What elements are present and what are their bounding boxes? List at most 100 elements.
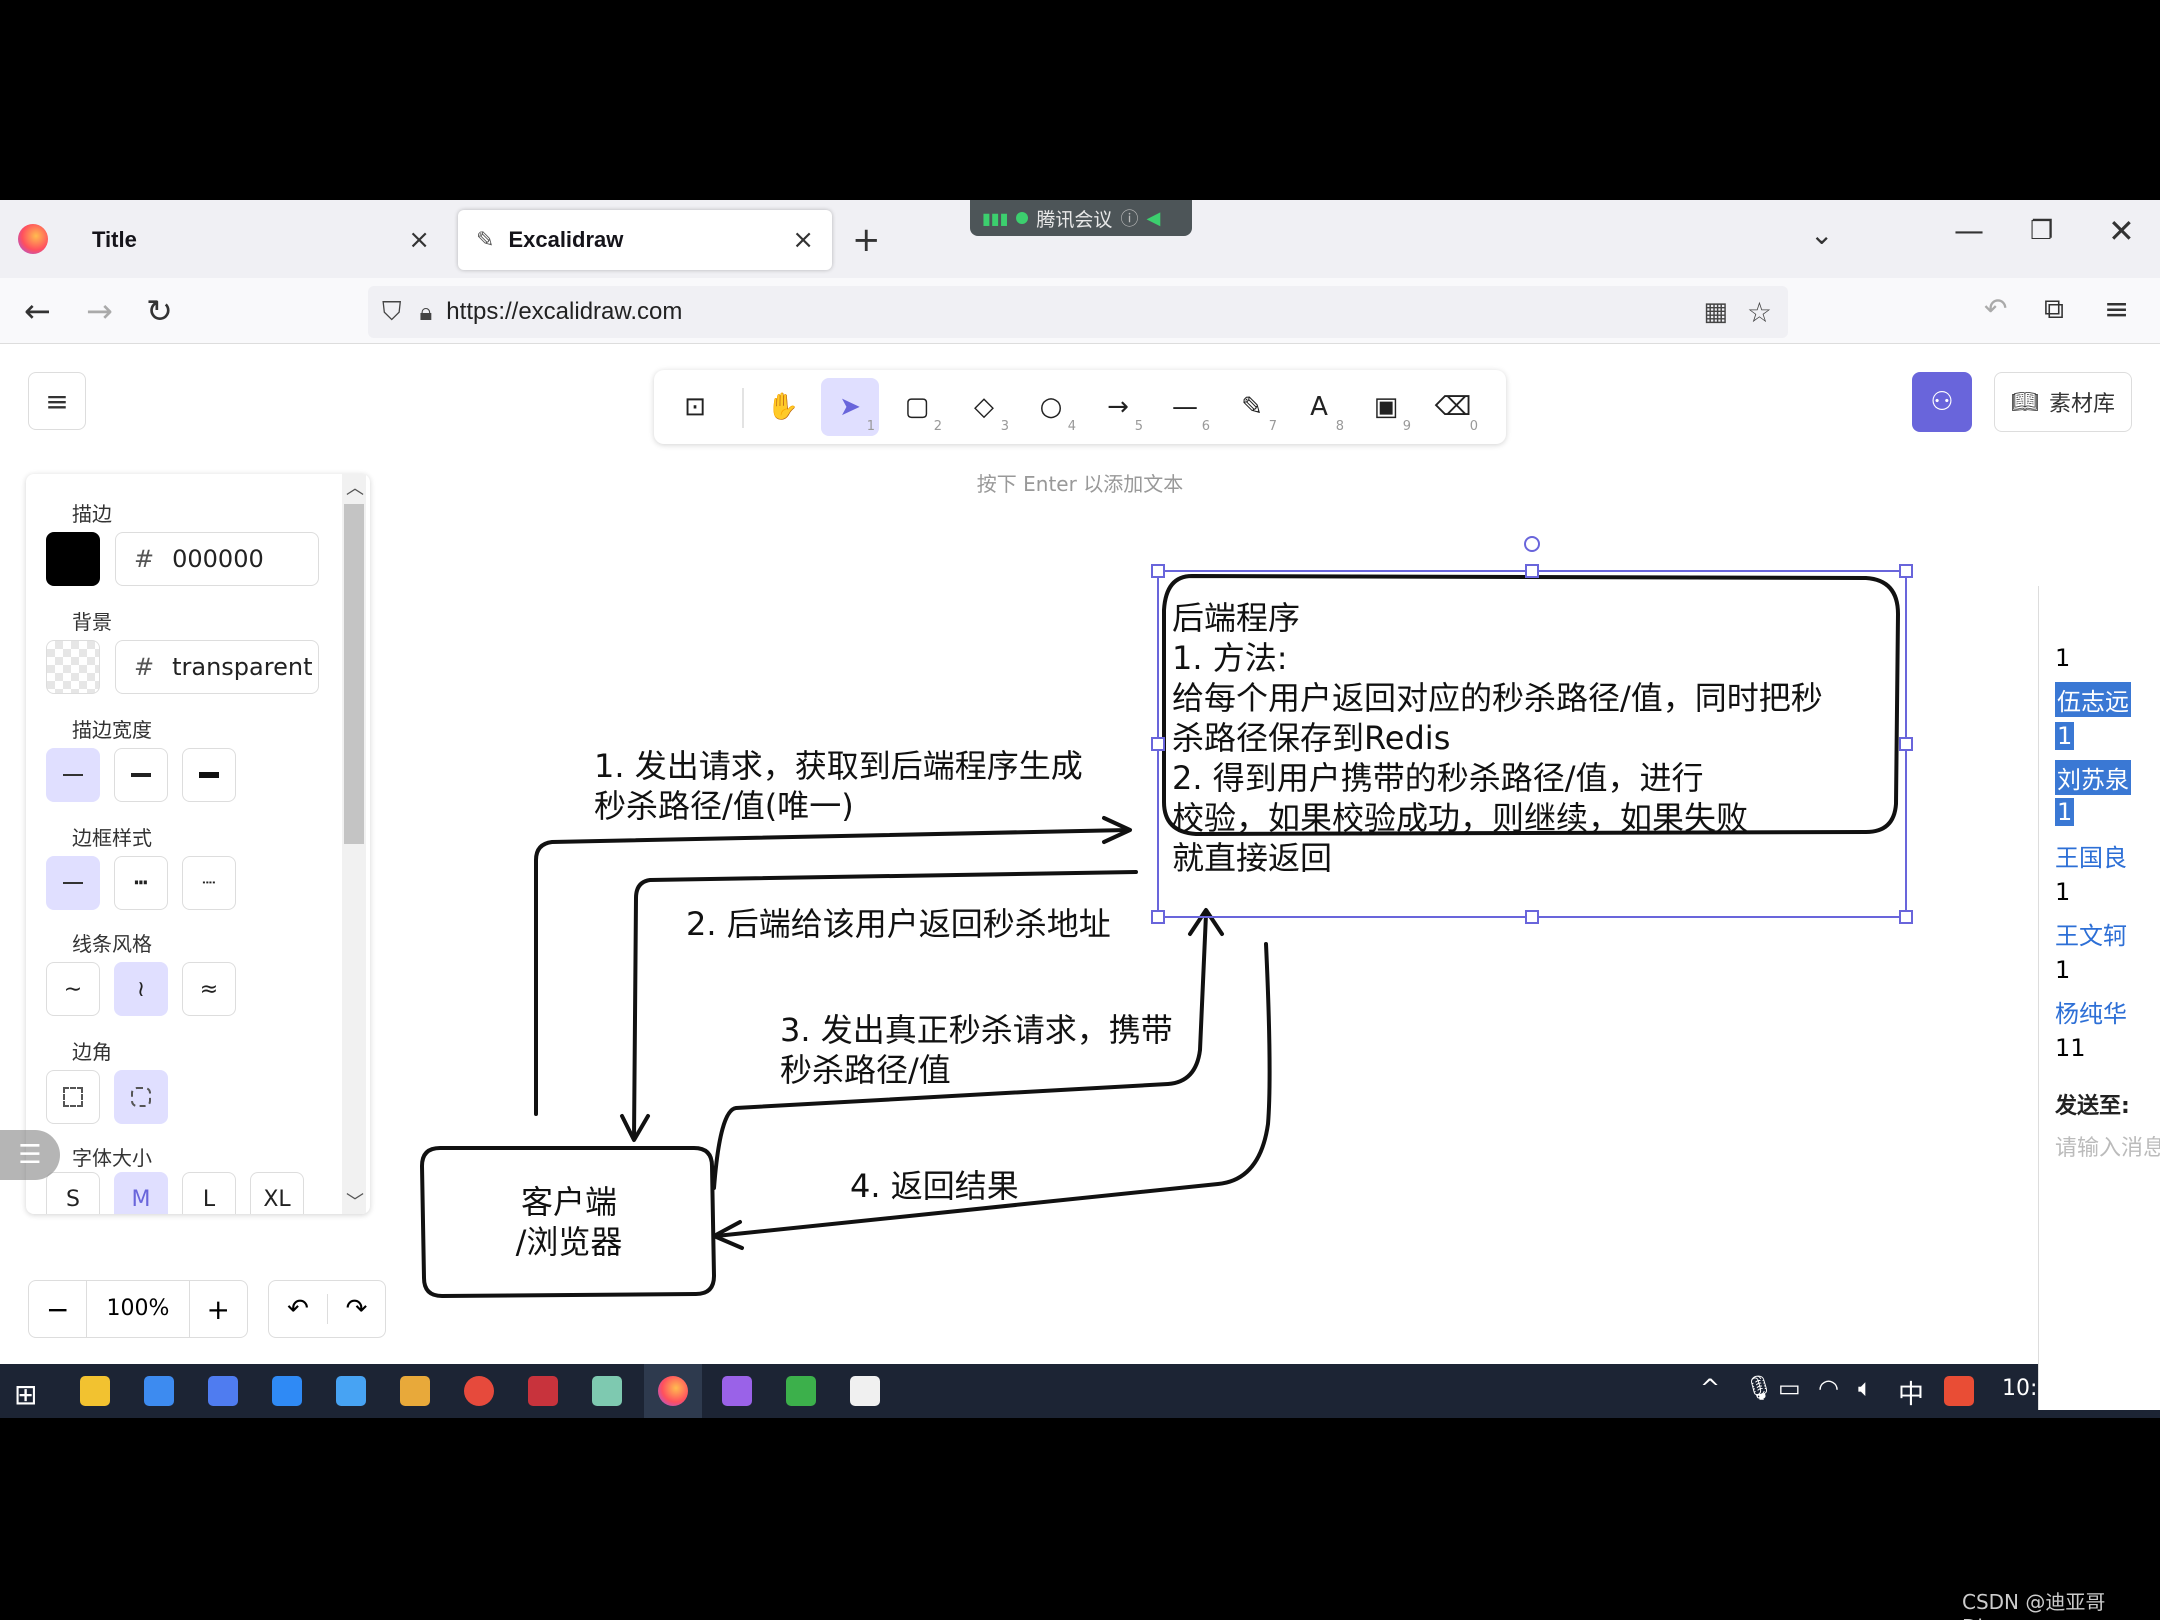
speaker-icon[interactable]: ◀ [1146,208,1160,229]
chat-message: 11 [2055,1034,2086,1062]
tray-chevron-up-icon[interactable]: ^ [1700,1374,1720,1402]
tab-bar: Title × ✎ Excalidraw × + ▮▮▮ 腾讯会议 ⓘ ◀ ⌄ … [0,200,2160,278]
shield-icon[interactable]: ⛉ [382,297,402,328]
backend-line: 给每个用户返回对应的秒杀路径/值，同时把秒 [1172,679,1823,717]
backend-line: 2. 得到用户携带的秒杀路径/值，进行 [1172,759,1704,797]
client-box-text[interactable]: 客户端 /浏览器 [424,1182,714,1262]
undo-close-icon[interactable]: ↶ [1984,292,2007,325]
step3-label[interactable]: 3. 发出真正秒杀请求，携带 秒杀路径/值 [780,1010,1173,1090]
photos-icon[interactable] [272,1376,302,1406]
diagram-svg [420,536,1913,1298]
chat-sender-name[interactable]: 王国良 [2055,838,2127,873]
resize-handle[interactable] [1899,564,1913,578]
chat-sender-name[interactable]: 刘苏泉 [2055,760,2131,795]
step1-line: 秒杀路径/值(唯一) [594,787,854,825]
windows-taskbar: ⊞ ^ 🎙︎ ▭ ◠ 🔈︎ 中 10:2 [0,1364,2160,1418]
tab-excalidraw-label: Excalidraw [508,227,624,252]
screen-recording-frame: Title × ✎ Excalidraw × + ▮▮▮ 腾讯会议 ⓘ ◀ ⌄ … [0,0,2160,1620]
close-tab-icon[interactable]: × [408,225,430,255]
battery-icon[interactable]: ▭ [1778,1374,1801,1402]
watermark: CSDN @迪亚哥Diego [1962,1590,2106,1620]
restore-button[interactable]: ❐ [2030,216,2053,246]
windows-start-icon[interactable]: ⊞ [14,1378,37,1411]
excalidraw-favicon-icon: ✎ [476,227,495,253]
firefox-icon[interactable] [18,224,48,254]
chat-sender-name[interactable]: 王文轲 [2055,916,2127,951]
bookmark-star-icon[interactable]: ☆ [1747,296,1772,329]
volume-icon[interactable]: 🔈︎ [1858,1374,1872,1402]
backend-line: 后端程序 [1172,599,1301,637]
chat-message: 1 [2055,722,2075,750]
navigation-bar: ← → ↻ ⛉ 🔒︎ https://excalidraw.com ▦ ☆ ↶ … [0,278,2160,344]
vs-icon[interactable] [722,1376,752,1406]
chat-message: 1 [2055,956,2071,984]
chat-message: 1 [2055,798,2075,826]
back-arrow-icon[interactable]: ← [24,292,51,330]
step4-label[interactable]: 4. 返回结果 [850,1166,1019,1206]
resize-handle[interactable] [1899,910,1913,924]
ime-indicator[interactable]: 中 [1898,1374,1924,1411]
backend-line: 校验，如果校验成功，则继续，如果失败 [1172,799,1749,837]
chat-input-placeholder[interactable]: 请输入消息 [2055,1130,2160,1162]
chat-sender-name[interactable]: 伍志远 [2055,682,2131,717]
resize-handle[interactable] [1525,564,1539,578]
info-icon[interactable]: ⓘ [1120,205,1138,231]
lock-icon[interactable]: 🔒︎ [420,298,433,326]
extensions-puzzle-icon[interactable]: ⧉ [2044,292,2064,326]
new-tab-button[interactable]: + [852,220,881,260]
step1-line: 1. 发出请求，获取到后端程序生成 [594,747,1083,785]
close-window-button[interactable]: ✕ [2108,212,2135,250]
client-line: /浏览器 [515,1223,623,1261]
app-icon[interactable] [208,1376,238,1406]
chat-panel: 1 伍志远 1 刘苏泉 1 王国良 1 王文轲 1 杨纯华 11 发送至: 请输… [2038,586,2160,1410]
app-icon[interactable] [528,1376,558,1406]
signal-icon: ▮▮▮ [982,208,1009,228]
app-icon[interactable] [850,1376,880,1406]
tab-title[interactable]: Title × [70,210,448,270]
meeting-indicator[interactable]: ▮▮▮ 腾讯会议 ⓘ ◀ [970,200,1192,236]
step3-line: 秒杀路径/值 [780,1051,951,1089]
reload-icon[interactable]: ↻ [146,292,173,330]
redis-icon[interactable] [464,1376,494,1406]
app-icon[interactable] [400,1376,430,1406]
step1-label[interactable]: 1. 发出请求，获取到后端程序生成 秒杀路径/值(唯一) [594,746,1083,826]
chat-message: 1 [2055,878,2071,906]
tab-list-chevron-down-icon[interactable]: ⌄ [1810,218,1833,251]
app-icon[interactable] [786,1376,816,1406]
resize-handle[interactable] [1151,910,1165,924]
wifi-icon[interactable]: ◠ [1818,1374,1839,1402]
chat-message: 1 [2055,644,2071,672]
excalidraw-canvas[interactable]: ≡ ⊡ ✋ ➤ 1 ▢ 2 ◇ 3 ○ 4 → 5—6 ✎ 7 A 8 ▣ 9 ⌫ 0 按下 Enter 以添加文本… [0,344,2160,1364]
meeting-label: 腾讯会议 [1036,208,1113,231]
status-dot-icon [1016,212,1029,224]
notepad-icon[interactable] [592,1376,622,1406]
minimize-button[interactable]: — [1954,214,1984,249]
resize-handle[interactable] [1525,910,1539,924]
file-explorer-icon[interactable] [80,1376,110,1406]
resize-handle[interactable] [1151,737,1165,751]
client-line: 客户端 [520,1183,617,1221]
backend-line: 1. 方法: [1172,639,1288,677]
step3-line: 3. 发出真正秒杀请求，携带 [780,1011,1173,1049]
intellij-icon[interactable] [144,1376,174,1406]
hamburger-menu-icon[interactable]: ≡ [2104,292,2129,327]
resize-handle[interactable] [1899,737,1913,751]
send-to-label[interactable]: 发送至: [2055,1088,2130,1120]
backend-line: 杀路径保存到Redis [1172,719,1451,757]
chat-sender-name[interactable]: 杨纯华 [2055,994,2127,1029]
feishu-icon[interactable] [336,1376,366,1406]
forward-arrow-icon[interactable]: → [86,292,113,330]
backend-line: 就直接返回 [1172,839,1333,877]
url-text[interactable]: https://excalidraw.com [446,298,682,326]
step2-label[interactable]: 2. 后端给该用户返回秒杀地址 [686,904,1111,944]
address-bar[interactable]: ⛉ 🔒︎ https://excalidraw.com ▦ ☆ [368,286,1788,338]
rotate-handle[interactable] [1524,536,1540,552]
firefox-taskbar-icon[interactable] [658,1376,688,1406]
microphone-icon[interactable]: 🎙︎ [1744,1374,1774,1402]
resize-handle[interactable] [1151,564,1165,578]
sogou-icon[interactable] [1944,1376,1974,1406]
qr-code-icon[interactable]: ▦ [1703,297,1728,327]
backend-box-text[interactable]: 后端程序 1. 方法: 给每个用户返回对应的秒杀路径/值，同时把秒 杀路径保存到… [1172,598,1823,878]
tab-excalidraw[interactable]: ✎ Excalidraw × [458,210,832,270]
close-tab-icon[interactable]: × [792,225,814,255]
